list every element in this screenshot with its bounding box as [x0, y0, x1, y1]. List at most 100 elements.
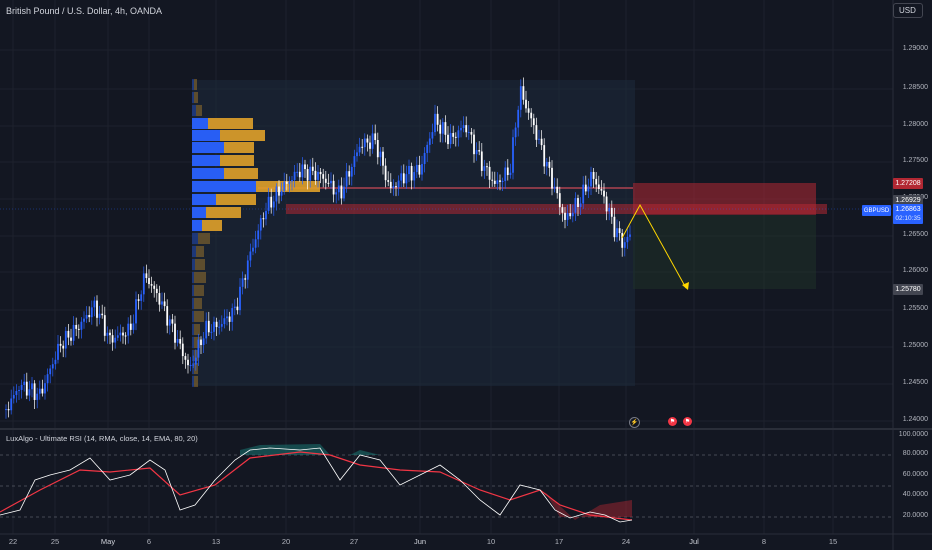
- rsi-axis-label: 80.0000: [902, 450, 928, 457]
- vp-sell-bar: [224, 168, 258, 179]
- level-a-tag: 1.27208: [893, 178, 923, 189]
- candle-body: [101, 313, 104, 316]
- candle-body: [512, 137, 514, 173]
- candle-body: [590, 171, 592, 187]
- vp-buy-bar: [192, 181, 256, 192]
- candle-body: [395, 186, 397, 188]
- vp-buy-bar: [192, 118, 208, 129]
- candle-body: [288, 181, 291, 184]
- indicator-title[interactable]: LuxAlgo - Ultimate RSI (14, RMA, close, …: [6, 434, 198, 443]
- candle-body: [44, 383, 46, 394]
- candle-body: [556, 186, 559, 194]
- candle-body: [23, 381, 26, 385]
- currency-button[interactable]: USD: [893, 3, 923, 18]
- candle-body: [184, 356, 187, 360]
- rsi-signal-line: [0, 451, 633, 521]
- rsi-line: [0, 447, 633, 523]
- candle-body: [246, 260, 249, 280]
- candle-body: [421, 164, 423, 175]
- vp-sell-bar: [194, 311, 204, 322]
- candle-body: [67, 330, 70, 338]
- vp-sell-bar: [194, 92, 198, 103]
- candle-body: [561, 207, 564, 213]
- candle-body: [194, 357, 197, 365]
- candle-body: [187, 359, 189, 366]
- candle-body: [31, 383, 33, 390]
- candle-body: [454, 136, 457, 138]
- candle-body: [564, 212, 566, 220]
- vp-sell-bar: [194, 324, 200, 335]
- candle-body: [413, 172, 416, 181]
- candle-body: [491, 179, 494, 181]
- candle-body: [343, 186, 345, 199]
- candle-body: [103, 315, 106, 336]
- candle-body: [129, 323, 132, 330]
- candle-body: [486, 166, 488, 168]
- chart-title[interactable]: British Pound / U.S. Dollar, 4h, OANDA: [6, 6, 162, 16]
- vp-buy-bar: [192, 92, 194, 103]
- candle-body: [460, 127, 462, 131]
- candle-body: [387, 180, 390, 182]
- vp-buy-bar: [192, 168, 224, 179]
- candle-body: [124, 335, 127, 337]
- candle-body: [629, 234, 631, 237]
- time-axis-label: 24: [621, 537, 631, 546]
- candle-body: [337, 185, 340, 193]
- flag-icon[interactable]: ⚑: [683, 417, 692, 426]
- time-axis-label: 20: [281, 537, 291, 546]
- candle-body: [402, 173, 405, 184]
- candle-body: [161, 301, 163, 305]
- price-axis-label: 1.25000: [902, 342, 928, 349]
- candle-body: [324, 178, 327, 183]
- candle-body: [551, 167, 553, 189]
- candle-body: [272, 201, 275, 208]
- candle-body: [189, 365, 192, 367]
- candle-body: [473, 134, 475, 155]
- chart-canvas[interactable]: [0, 0, 932, 550]
- candle-body: [96, 300, 98, 318]
- candle-body: [127, 323, 130, 336]
- time-axis-label: 22: [8, 537, 18, 546]
- candle-body: [46, 374, 49, 384]
- candle-body: [587, 186, 590, 192]
- candle-body: [571, 212, 574, 217]
- candle-body: [265, 210, 267, 220]
- candle-body: [304, 164, 306, 170]
- candle-body: [122, 332, 124, 336]
- countdown-tag: 02:10:35: [893, 213, 923, 224]
- candle-body: [278, 186, 280, 196]
- candle-body: [150, 284, 153, 286]
- candle-body: [291, 179, 293, 182]
- flag-icon[interactable]: ⚑: [668, 417, 677, 426]
- price-axis-label: 1.24500: [902, 379, 928, 386]
- candle-body: [262, 218, 265, 220]
- candle-body: [480, 151, 483, 171]
- vp-buy-bar: [192, 220, 202, 231]
- candle-body: [236, 306, 239, 311]
- vp-sell-bar: [224, 142, 254, 153]
- candle-body: [293, 171, 296, 180]
- candle-body: [449, 133, 452, 145]
- candle-body: [132, 323, 135, 330]
- candle-body: [54, 359, 57, 365]
- candle-body: [259, 218, 262, 231]
- candle-body: [283, 181, 286, 191]
- lightning-icon[interactable]: ⚡: [629, 417, 640, 428]
- price-axis-label: 1.25500: [902, 305, 928, 312]
- time-axis-label: 10: [486, 537, 496, 546]
- candle-body: [553, 186, 556, 189]
- candle-body: [20, 384, 23, 390]
- candle-body: [579, 203, 582, 208]
- candle-body: [228, 316, 231, 322]
- rsi-axis-label: 60.0000: [902, 471, 928, 478]
- candle-body: [202, 338, 205, 346]
- candle-body: [5, 409, 7, 411]
- candle-body: [80, 321, 83, 330]
- vp-buy-bar: [192, 142, 224, 153]
- vp-sell-bar: [220, 130, 265, 141]
- candle-body: [538, 138, 540, 140]
- candle-body: [36, 393, 39, 400]
- candle-body: [205, 320, 208, 339]
- candle-body: [135, 299, 137, 324]
- time-axis-label: 17: [554, 537, 564, 546]
